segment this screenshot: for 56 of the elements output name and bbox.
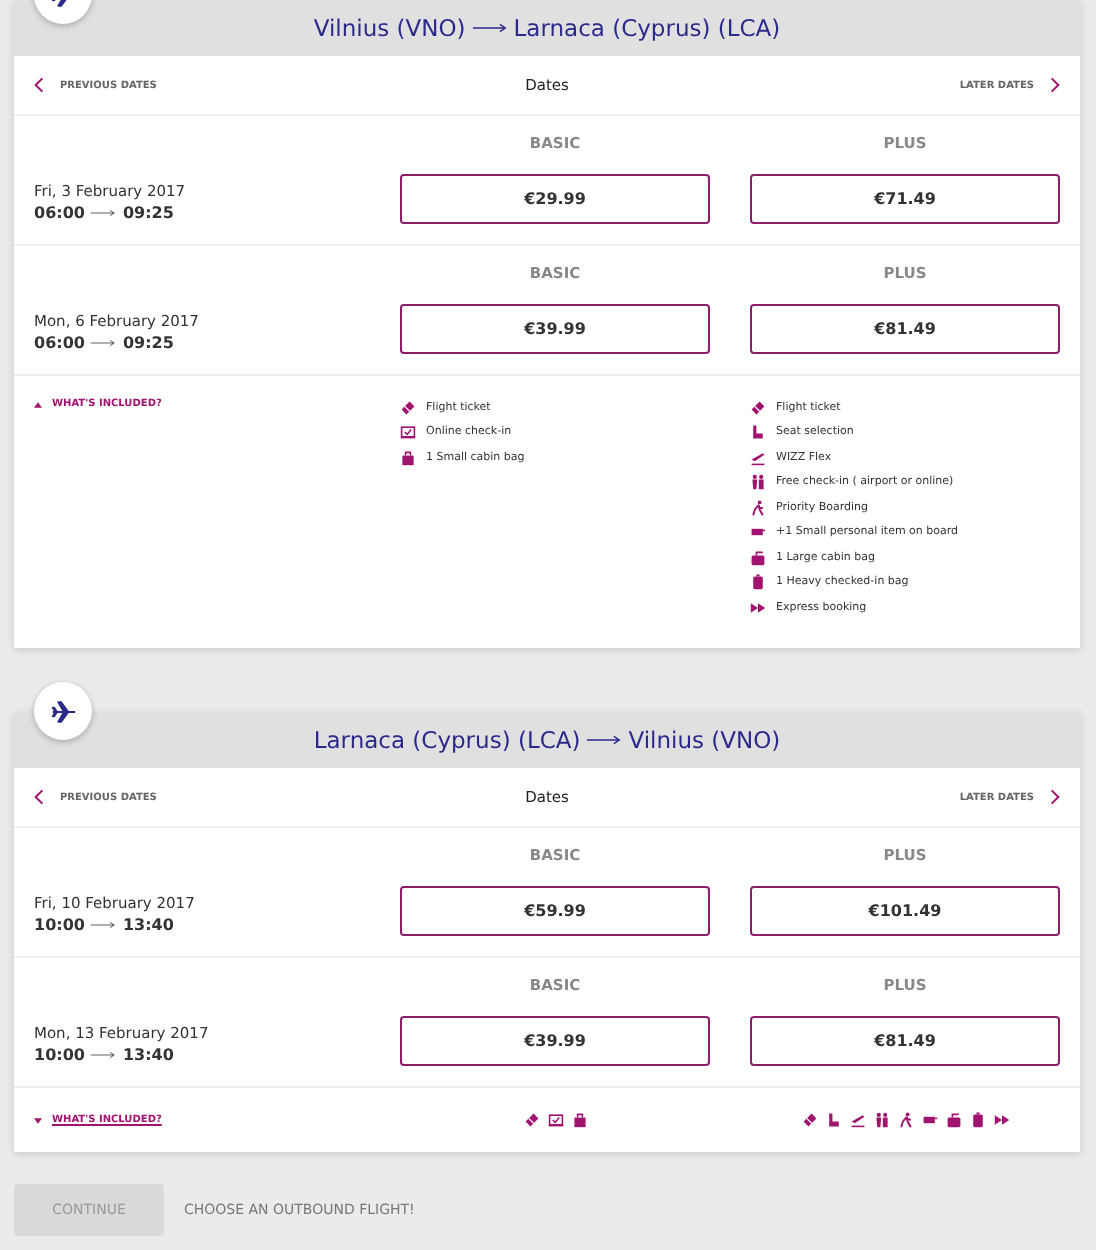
ticket-icon	[400, 399, 416, 416]
people-icon	[750, 474, 766, 491]
checkbox-screen-icon	[547, 1112, 563, 1128]
price-button[interactable]: €59.99	[400, 886, 710, 936]
price-button[interactable]: €101.49	[750, 886, 1060, 936]
arrow-icon	[90, 338, 117, 348]
price-button[interactable]: €71.49	[750, 174, 1060, 224]
chevron-right-icon	[1050, 76, 1060, 94]
checkbox-screen-icon	[400, 424, 416, 441]
arrow-icon	[90, 920, 117, 930]
caret-up-icon	[34, 401, 42, 407]
arrow-icon	[471, 22, 508, 34]
walking-person-icon	[750, 499, 766, 516]
ticket-icon	[801, 1112, 817, 1128]
suitcase-icon	[750, 549, 766, 566]
arrow-icon	[90, 208, 117, 218]
ticket-icon	[523, 1112, 539, 1128]
plane-icon	[49, 697, 77, 725]
ticket-icon	[750, 399, 766, 416]
pouch-icon	[921, 1112, 937, 1128]
plane-takeoff-icon	[849, 1112, 865, 1128]
plane-badge[interactable]	[34, 682, 92, 740]
chevron-right-icon	[1050, 788, 1060, 806]
price-button[interactable]: €81.49	[750, 304, 1060, 354]
price-button[interactable]: €39.99	[400, 304, 710, 354]
price-button[interactable]: €39.99	[400, 1016, 710, 1066]
departure-time: 10:00	[34, 916, 85, 934]
departure-time: 06:00	[34, 334, 85, 352]
suitcase-icon	[945, 1112, 961, 1128]
arrival-time: 13:40	[122, 916, 174, 934]
arrow-icon	[90, 1050, 117, 1060]
destination-city: Larnaca (Cyprus) (LCA)	[513, 14, 781, 42]
caret-down-icon	[34, 1117, 42, 1123]
price-button[interactable]: €29.99	[400, 174, 710, 224]
arrival-time: 09:25	[122, 334, 174, 352]
fast-forward-icon	[750, 599, 766, 616]
bag-icon	[571, 1112, 587, 1128]
walking-person-icon	[897, 1112, 913, 1128]
arrow-icon	[586, 734, 623, 746]
pouch-icon	[750, 524, 766, 541]
destination-city: Vilnius (VNO)	[628, 726, 781, 754]
fast-forward-icon	[993, 1112, 1009, 1128]
luggage-icon	[969, 1112, 985, 1128]
origin-city: Larnaca (Cyprus) (LCA)	[313, 726, 581, 754]
chevron-left-icon	[34, 788, 44, 806]
luggage-icon	[750, 574, 766, 591]
arrival-time: 09:25	[122, 204, 174, 222]
arrival-time: 13:40	[122, 1046, 174, 1064]
chevron-left-icon	[34, 76, 44, 94]
bag-icon	[400, 449, 416, 466]
price-button[interactable]: €81.49	[750, 1016, 1060, 1066]
origin-city: Vilnius (VNO)	[313, 14, 466, 42]
people-icon	[873, 1112, 889, 1128]
plane-takeoff-icon	[750, 449, 766, 466]
departure-time: 10:00	[34, 1046, 85, 1064]
departure-time: 06:00	[34, 204, 85, 222]
